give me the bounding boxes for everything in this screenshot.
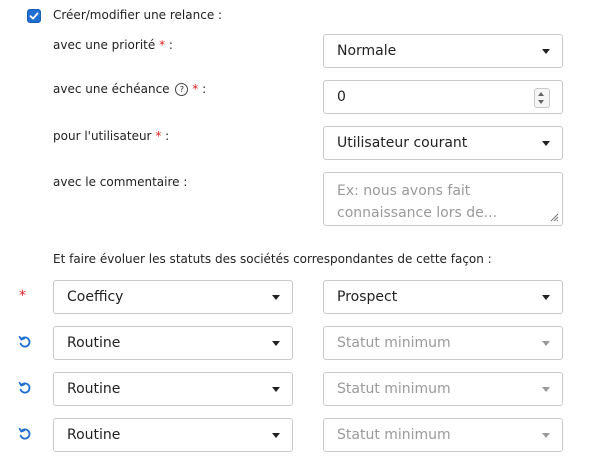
create-reminder-label: Créer/modifier une relance : [53, 8, 223, 22]
deadline-label: avec une échéance ? * : [53, 82, 207, 96]
help-circle-icon[interactable]: ? [175, 83, 189, 96]
status-section-title: Et faire évoluer les statuts des société… [53, 252, 492, 266]
required-marker: * [192, 82, 199, 96]
minimum-status-select[interactable]: Statut minimum [323, 372, 563, 406]
number-spinner[interactable] [534, 88, 550, 108]
resize-handle-icon[interactable] [549, 212, 559, 222]
reset-icon[interactable] [18, 381, 32, 395]
status-type-select[interactable]: Routine [53, 418, 293, 452]
increment-arrow-icon[interactable] [538, 92, 544, 96]
caret-down-icon [272, 341, 280, 346]
deadline-number-input[interactable]: 0 [323, 80, 563, 114]
caret-down-icon [542, 295, 550, 300]
priority-label: avec une priorité * : [53, 38, 173, 52]
company-select[interactable]: Coefficy [53, 280, 293, 314]
reset-icon[interactable] [18, 335, 32, 349]
minimum-status-select[interactable]: Statut minimum [323, 326, 563, 360]
caret-down-icon [272, 295, 280, 300]
caret-down-icon [542, 387, 550, 392]
comment-label: avec le commentaire : [53, 175, 188, 189]
caret-down-icon [272, 387, 280, 392]
caret-down-icon [272, 433, 280, 438]
priority-select[interactable]: Normale [323, 34, 563, 68]
status-type-select[interactable]: Routine [53, 372, 293, 406]
create-reminder-checkbox[interactable] [27, 9, 41, 23]
caret-down-icon [542, 49, 550, 54]
caret-down-icon [542, 141, 550, 146]
minimum-status-select[interactable]: Statut minimum [323, 418, 563, 452]
user-select[interactable]: Utilisateur courant [323, 126, 563, 160]
required-marker: * [155, 129, 162, 143]
reset-icon[interactable] [18, 427, 32, 441]
status-select[interactable]: Prospect [323, 280, 563, 314]
required-marker: * [159, 38, 166, 52]
comment-placeholder: Ex: nous avons fait connaissance lors de… [337, 183, 498, 221]
required-marker: * [19, 288, 26, 304]
checkmark-icon [29, 12, 39, 20]
comment-textarea[interactable]: Ex: nous avons fait connaissance lors de… [323, 172, 563, 226]
caret-down-icon [542, 341, 550, 346]
decrement-arrow-icon[interactable] [538, 100, 544, 104]
status-type-select[interactable]: Routine [53, 326, 293, 360]
user-label: pour l'utilisateur * : [53, 129, 170, 143]
caret-down-icon [542, 433, 550, 438]
